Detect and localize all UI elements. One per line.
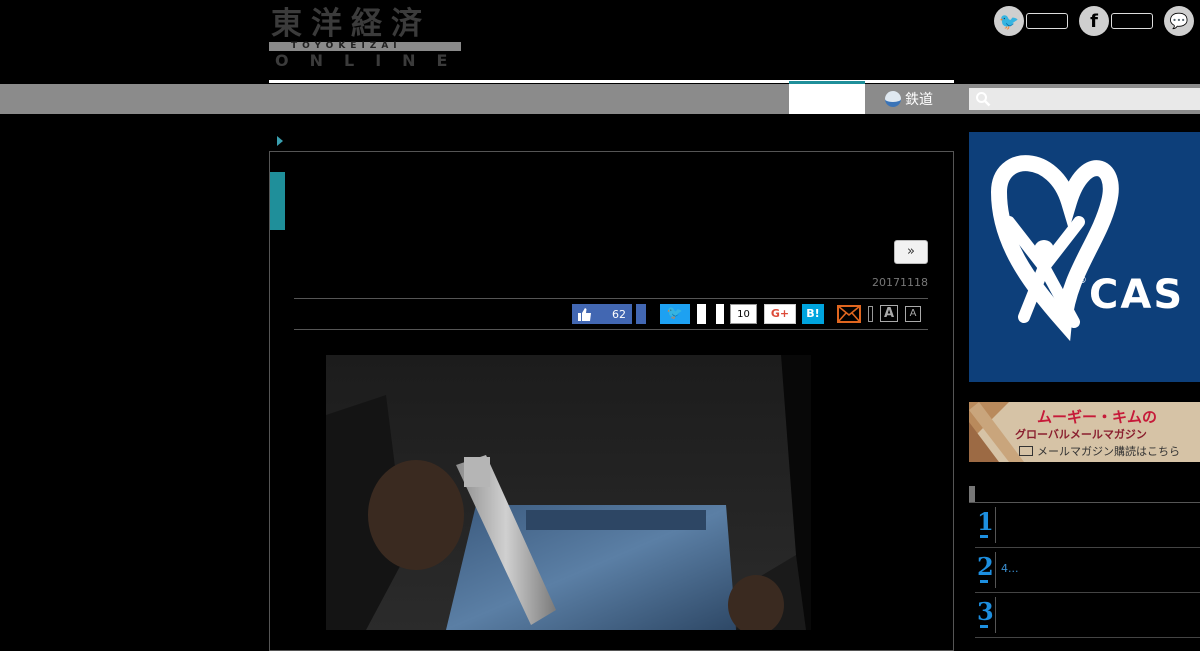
messenger-follow[interactable]: 💬 bbox=[1164, 6, 1194, 36]
tweet-count bbox=[692, 304, 706, 324]
hatena-count-bubble bbox=[716, 304, 724, 324]
sidebar-ad-cas[interactable]: ® CAS bbox=[969, 132, 1200, 382]
registered-mark: ® bbox=[1077, 275, 1087, 286]
title-accent-mark bbox=[270, 172, 285, 230]
rank-underline bbox=[980, 535, 988, 538]
rank-divider bbox=[995, 552, 996, 588]
twitter-icon[interactable]: 🐦 bbox=[994, 6, 1024, 36]
logo-online: ONLINE bbox=[275, 51, 469, 70]
tweet-button[interactable]: 🐦 bbox=[660, 304, 690, 324]
search-input[interactable] bbox=[969, 88, 1200, 110]
rank-number: 2 bbox=[977, 552, 994, 581]
cas-brand-text: CAS bbox=[1089, 272, 1185, 318]
ad-title: ムーギー・キムの bbox=[1037, 408, 1158, 426]
rank-underline bbox=[980, 625, 988, 628]
nav-tab-label: 鉄道 bbox=[905, 92, 933, 108]
rank-title[interactable]: 4... bbox=[1001, 562, 1019, 575]
ad-cta: メールマガジン購読はこちら bbox=[1037, 445, 1180, 458]
article-hero-image bbox=[326, 355, 811, 630]
facebook-follow[interactable]: f bbox=[1079, 6, 1153, 36]
mail-share-icon[interactable] bbox=[837, 305, 861, 323]
font-size-small-button[interactable]: A bbox=[905, 306, 921, 322]
facebook-like-button[interactable]: 62 bbox=[572, 304, 632, 324]
font-size-large-button[interactable]: A bbox=[880, 305, 898, 322]
twitter-count bbox=[1026, 13, 1068, 29]
logo-kanji: 東洋経済 bbox=[271, 6, 431, 42]
sidebar-ad-mailmagazine[interactable]: ムーギー・キムの グローバルメールマガジン メールマガジン購読はこちら bbox=[969, 402, 1200, 462]
site-logo[interactable]: 東洋経済 TOYOKEIZAI ONLINE bbox=[269, 6, 461, 70]
rank-divider bbox=[995, 597, 996, 633]
facebook-count bbox=[1111, 13, 1153, 29]
rank-number: 3 bbox=[977, 597, 994, 626]
rank-underline bbox=[980, 580, 988, 583]
nav-tab-active[interactable] bbox=[789, 81, 865, 114]
share-divider-top bbox=[294, 298, 928, 299]
ranking-header bbox=[969, 484, 1200, 503]
google-plus-button[interactable]: G+ bbox=[764, 304, 796, 324]
facebook-share-button[interactable] bbox=[636, 304, 646, 324]
search-icon[interactable] bbox=[975, 91, 991, 107]
rank-number: 1 bbox=[977, 507, 994, 536]
ad-subtitle: グローバルメールマガジン bbox=[1015, 428, 1147, 441]
facebook-icon[interactable]: f bbox=[1079, 6, 1109, 36]
messenger-icon[interactable]: 💬 bbox=[1164, 6, 1194, 36]
rank-divider bbox=[995, 507, 996, 543]
next-page-button[interactable]: » bbox=[894, 240, 928, 264]
ranking-header-marker bbox=[969, 486, 975, 502]
ranking-item[interactable]: 3 bbox=[975, 593, 1200, 638]
hatena-count: 10 bbox=[730, 304, 757, 324]
train-icon bbox=[885, 91, 901, 107]
breadcrumb-arrow-icon[interactable] bbox=[277, 136, 283, 146]
hatena-bookmark-button[interactable]: B! bbox=[802, 304, 824, 324]
twitter-bird-icon: 🐦 bbox=[666, 306, 684, 321]
thumbs-up-icon bbox=[578, 307, 591, 321]
ranking-item[interactable]: 2 4... bbox=[975, 548, 1200, 593]
share-separator bbox=[868, 306, 873, 322]
cas-heart-logo-icon bbox=[990, 155, 1119, 342]
ranking-item[interactable]: 1 bbox=[975, 503, 1200, 548]
article-date: 20171118 bbox=[872, 276, 928, 289]
twitter-follow[interactable]: 🐦 bbox=[994, 6, 1068, 36]
like-count: 62 bbox=[612, 307, 626, 321]
share-divider-bottom bbox=[294, 329, 928, 330]
nav-tab-tetsudo[interactable]: 鉄道 bbox=[865, 84, 953, 114]
ad-mail-icon bbox=[1019, 446, 1033, 456]
